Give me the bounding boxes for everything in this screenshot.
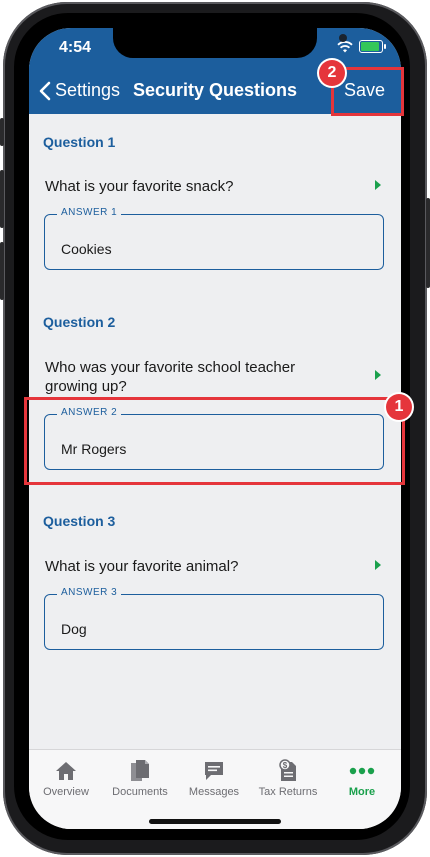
tab-more[interactable]: More	[325, 758, 399, 798]
battery-icon	[359, 40, 386, 53]
phone-device: 4:54 Settings Security Questions Save Qu…	[0, 0, 430, 857]
home-icon	[56, 762, 76, 780]
answer-2-highlight	[24, 397, 405, 485]
tab-overview-label: Overview	[43, 786, 89, 798]
status-icons	[337, 40, 386, 53]
more-icon	[349, 767, 375, 775]
battery-level	[361, 42, 379, 51]
tab-messages-label: Messages	[188, 786, 240, 798]
tab-tax-returns-label: Tax Returns	[258, 786, 318, 798]
answer-1-value: Cookies	[61, 241, 112, 257]
tab-tax-returns[interactable]: $ Tax Returns	[251, 758, 325, 798]
question-3-header: Question 3	[43, 513, 116, 529]
tab-more-label: More	[348, 786, 376, 798]
mute-switch	[0, 118, 4, 146]
status-time: 4:54	[59, 39, 92, 56]
answer-3-label: ANSWER 3	[57, 587, 122, 598]
tab-documents[interactable]: Documents	[103, 758, 177, 798]
question-3-text[interactable]: What is your favorite animal?	[45, 557, 345, 576]
message-icon	[205, 762, 223, 780]
documents-icon	[131, 760, 149, 781]
notch	[113, 28, 347, 58]
question-3-disclosure-icon[interactable]	[375, 560, 381, 570]
home-indicator	[149, 819, 281, 824]
tab-bar: Overview Documents Messages $ Tax Return…	[29, 749, 401, 829]
tab-documents-label: Documents	[112, 786, 168, 798]
tax-returns-icon: $	[279, 759, 296, 781]
svg-text:$: $	[283, 761, 288, 770]
step-2-badge: 2	[319, 60, 345, 86]
answer-1-label: ANSWER 1	[57, 207, 122, 218]
tab-messages[interactable]: Messages	[177, 758, 251, 798]
question-1-text[interactable]: What is your favorite snack?	[45, 177, 345, 196]
wifi-icon	[337, 40, 353, 52]
tab-overview[interactable]: Overview	[29, 758, 103, 798]
answer-3-value: Dog	[61, 621, 87, 637]
power-button	[426, 198, 430, 288]
step-1-badge: 1	[386, 394, 412, 420]
question-1-disclosure-icon[interactable]	[375, 180, 381, 190]
volume-up-button	[0, 170, 4, 228]
question-2-header: Question 2	[43, 314, 116, 330]
answer-3-field[interactable]: ANSWER 3 Dog	[44, 587, 384, 650]
answer-1-field[interactable]: ANSWER 1 Cookies	[44, 207, 384, 270]
question-1-header: Question 1	[43, 134, 116, 150]
front-camera	[339, 34, 347, 42]
question-2-text[interactable]: Who was your favorite school teacher gro…	[45, 358, 345, 396]
question-2-disclosure-icon[interactable]	[375, 370, 381, 380]
volume-down-button	[0, 242, 4, 300]
